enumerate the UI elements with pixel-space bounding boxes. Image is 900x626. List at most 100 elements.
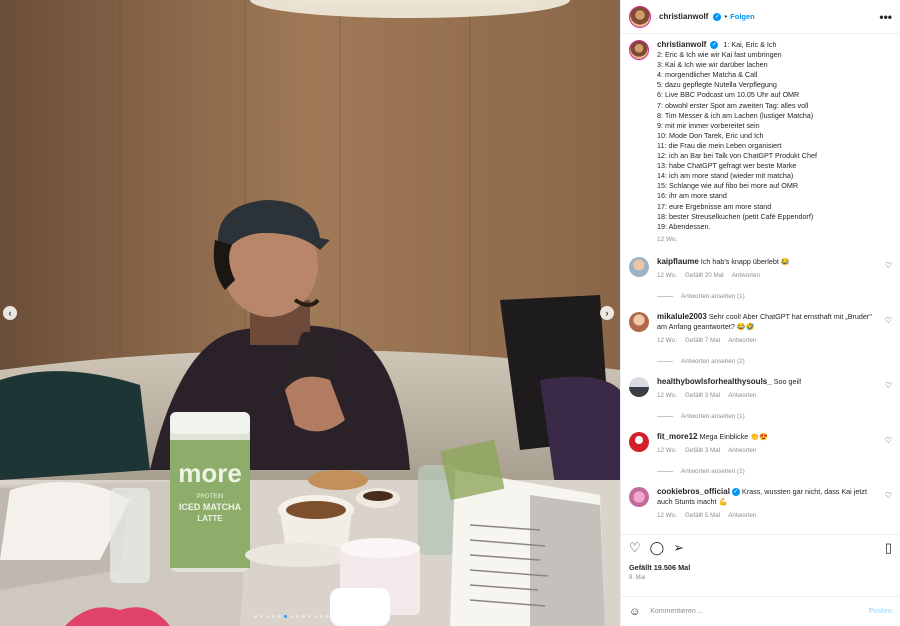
comment-age: 12 Wo. <box>657 391 677 399</box>
post-date: 8. Mai <box>629 575 646 581</box>
view-replies-label[interactable]: Antworten ansehen (1) <box>681 468 745 475</box>
view-replies-button[interactable]: Antworten ansehen (1) <box>657 293 892 300</box>
comment-like-heart-icon[interactable]: ♡ <box>885 436 892 445</box>
bookmark-icon[interactable]: ▯ <box>885 541 892 555</box>
carousel-dot <box>272 615 275 618</box>
carousel-dot <box>320 615 323 618</box>
view-replies-label[interactable]: Antworten ansehen (1) <box>681 413 745 420</box>
caption-line: 13: habe ChatGPT gefragt wer beste Marke <box>657 161 797 171</box>
post-header: christianwolf ✓ • Folgen ••• <box>621 0 900 34</box>
comment-text: Mega Einblicke 👏😍 <box>699 431 769 441</box>
post-photo[interactable]: more PROTEIN ICED MATCHA LATTE ‹ › <box>0 0 620 626</box>
carousel-dot <box>296 615 299 618</box>
commenter-username[interactable]: fit_more12 <box>657 432 697 441</box>
comment-likes[interactable]: Gefällt 3 Mal <box>685 391 720 401</box>
verified-badge-icon: ✓ <box>731 487 740 496</box>
commenter-username[interactable]: kaipflaume <box>657 257 699 266</box>
carousel-dot <box>308 615 311 618</box>
caption-line: 8: Tim Messer & ich am Lachen (lustiger … <box>657 110 814 120</box>
carousel-dot <box>302 615 305 618</box>
send-icon[interactable]: ➢ <box>673 541 684 555</box>
commenter-avatar[interactable] <box>629 431 649 452</box>
carousel-dot <box>260 615 263 618</box>
next-image-button[interactable]: › <box>600 306 614 320</box>
tub-line-2: ICED MATCHA <box>179 502 242 512</box>
reply-button[interactable]: Antworten <box>728 446 756 456</box>
tub-line-1: PROTEIN <box>197 494 224 500</box>
emoji-icon[interactable]: ☺ <box>629 606 640 618</box>
caption-line: 18: bester Streuselkuchen (petit Café Ep… <box>657 211 814 221</box>
view-replies-button[interactable]: Antworten ansehen (2) <box>657 358 892 365</box>
carousel-dot <box>362 615 365 618</box>
comment-like-heart-icon[interactable]: ♡ <box>885 261 892 270</box>
reply-button[interactable]: Antworten <box>728 511 756 521</box>
author-avatar[interactable] <box>629 5 651 28</box>
carousel-dot <box>332 615 335 618</box>
view-replies-button[interactable]: Antworten ansehen (1) <box>657 468 892 475</box>
comment-input[interactable] <box>650 608 859 615</box>
comment-age: 12 Wo. <box>657 336 677 344</box>
view-replies-label[interactable]: Antworten ansehen (1) <box>681 293 745 300</box>
carousel-dot <box>326 615 329 618</box>
more-options-icon[interactable]: ••• <box>879 10 892 24</box>
view-replies-label[interactable]: Antworten ansehen (2) <box>681 358 745 365</box>
caption-line: 7: obwohl erster Spot am zweiten Tag: al… <box>657 100 809 110</box>
follow-button[interactable]: Folgen <box>730 12 755 21</box>
comment-likes[interactable]: Gefällt 7 Mal <box>685 336 720 346</box>
replies-divider <box>657 470 673 472</box>
commenter-avatar[interactable] <box>629 376 649 397</box>
comment-like-heart-icon[interactable]: ♡ <box>885 381 892 390</box>
carousel-dot <box>338 615 341 618</box>
commenter-username[interactable]: mikalule2003 <box>657 312 707 321</box>
caption-line: 5: dazu gepflegte Nutella Verpflegung <box>657 80 777 90</box>
previous-image-button[interactable]: ‹ <box>3 306 17 320</box>
caption-line: 12: ich an Bar bei Talk von ChatGPT Prod… <box>657 151 817 161</box>
caption-line: 2: Eric & Ich wie wir Kai fast umbringen <box>657 50 782 60</box>
reply-button[interactable]: Antworten <box>728 391 756 401</box>
commenter-username[interactable]: healthybowlsforhealthysouls_ <box>657 377 772 386</box>
caption-line: 14: ich am more stand (wieder mit matcha… <box>657 171 794 181</box>
comment-item: fit_more12 Mega Einblicke 👏😍 12 Wo. Gefäll… <box>629 431 892 456</box>
caption-line: 4: morgendlicher Matcha & Call <box>657 70 758 80</box>
comment-item: mikalule2003 Sehr cool! Aber ChatGPT hat… <box>629 311 892 346</box>
comment-likes[interactable]: Gefällt 20 Mal <box>685 271 724 281</box>
commenter-avatar[interactable] <box>629 311 649 332</box>
post-comment-button[interactable]: Posten <box>869 608 892 615</box>
comment-like-heart-icon[interactable]: ♡ <box>885 316 892 325</box>
commenter-avatar[interactable] <box>629 486 649 507</box>
replies-divider <box>657 295 673 297</box>
replies-divider <box>657 360 673 362</box>
caption-author-avatar[interactable] <box>629 40 649 60</box>
view-replies-button[interactable]: Antworten ansehen (1) <box>657 413 892 420</box>
heart-outline-icon[interactable]: ♡ <box>629 541 641 555</box>
carousel-dot <box>344 615 347 618</box>
comment-text: Ich hab's knapp überlebt 😂 <box>700 256 790 266</box>
caption-username[interactable]: christianwolf <box>657 40 706 49</box>
comment-text: Soo geil! <box>773 376 802 386</box>
reply-button[interactable]: Antworten <box>728 336 756 346</box>
post-viewer: more PROTEIN ICED MATCHA LATTE ‹ › chris… <box>0 0 900 626</box>
commenter-avatar[interactable] <box>629 256 649 277</box>
comment-likes[interactable]: Gefällt 3 Mal <box>685 446 720 456</box>
caption-line: 17: eure Ergebnisse am more stand <box>657 201 772 211</box>
comment-list: kaipflaume Ich hab's knapp überlebt 😂 12 … <box>629 256 892 521</box>
restaurant-scene-image: more PROTEIN ICED MATCHA LATTE <box>0 0 620 626</box>
post-side-panel: christianwolf ✓ • Folgen ••• christianwo… <box>620 0 900 626</box>
reply-button[interactable]: Antworten <box>732 271 760 281</box>
caption-line: 11: die Frau die mein Leben organisiert <box>657 140 782 150</box>
caption-line: 6: Live BBC Podcast um 10.05 Uhr auf OMR <box>657 90 800 100</box>
replies-divider <box>657 415 673 417</box>
comments-scroll-area[interactable]: christianwolf ✓ 1: Kai, Eric & Ich 2: Eri… <box>621 34 900 534</box>
author-username[interactable]: christianwolf <box>659 12 708 21</box>
caption-line: 16: ihr am more stand <box>657 191 727 201</box>
likes-count[interactable]: Gefällt 19.506 Mal <box>629 563 892 572</box>
tub-line-3: LATTE <box>197 514 223 523</box>
verified-badge-icon: ✓ <box>710 41 719 50</box>
carousel-dot <box>254 615 257 618</box>
comment-item: kaipflaume Ich hab's knapp überlebt 😂 12 … <box>629 256 892 281</box>
commenter-username[interactable]: cookiebros_official <box>657 487 730 496</box>
comment-likes[interactable]: Gefällt 5 Mal <box>685 511 720 521</box>
carousel-dot-active <box>284 615 287 618</box>
comment-icon[interactable]: ◯ <box>650 541 665 555</box>
comment-like-heart-icon[interactable]: ♡ <box>885 491 892 500</box>
